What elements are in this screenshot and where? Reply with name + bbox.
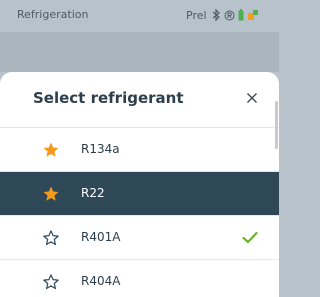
battery-icon (238, 9, 244, 21)
close-button[interactable] (238, 84, 266, 112)
star-filled-icon[interactable] (42, 141, 60, 159)
refrigerant-label: R401A (81, 230, 121, 244)
status-title: Refrigeration (17, 8, 89, 21)
bluetooth-icon (212, 9, 220, 21)
checkmark-icon (242, 231, 258, 244)
probe-icon (247, 10, 258, 20)
status-icons: Prel (186, 6, 262, 24)
refrigerant-item-r22[interactable]: R22 (0, 172, 279, 216)
background-band (0, 32, 279, 72)
select-refrigerant-dialog: Select refrigerant R134a R22 R401A R404A (0, 72, 279, 297)
close-icon (247, 93, 257, 103)
dialog-header: Select refrigerant (0, 72, 279, 128)
refrigerant-item-r401a[interactable]: R401A (0, 216, 279, 260)
star-outline-icon[interactable] (42, 273, 60, 291)
refrigerant-label: R134a (81, 142, 120, 156)
scrollbar[interactable] (275, 101, 278, 149)
refrigerant-label: R404A (81, 274, 121, 288)
refrigerant-item-r404a[interactable]: R404A (0, 260, 279, 297)
star-outline-icon[interactable] (42, 229, 60, 247)
prel-label: Prel (186, 8, 207, 22)
refrigerant-item-r134a[interactable]: R134a (0, 128, 279, 172)
star-filled-icon[interactable] (42, 185, 60, 203)
registered-icon (224, 10, 235, 20)
dialog-title: Select refrigerant (33, 89, 184, 107)
status-bar: Refrigeration Prel (0, 0, 279, 32)
refrigerant-label: R22 (81, 186, 105, 200)
